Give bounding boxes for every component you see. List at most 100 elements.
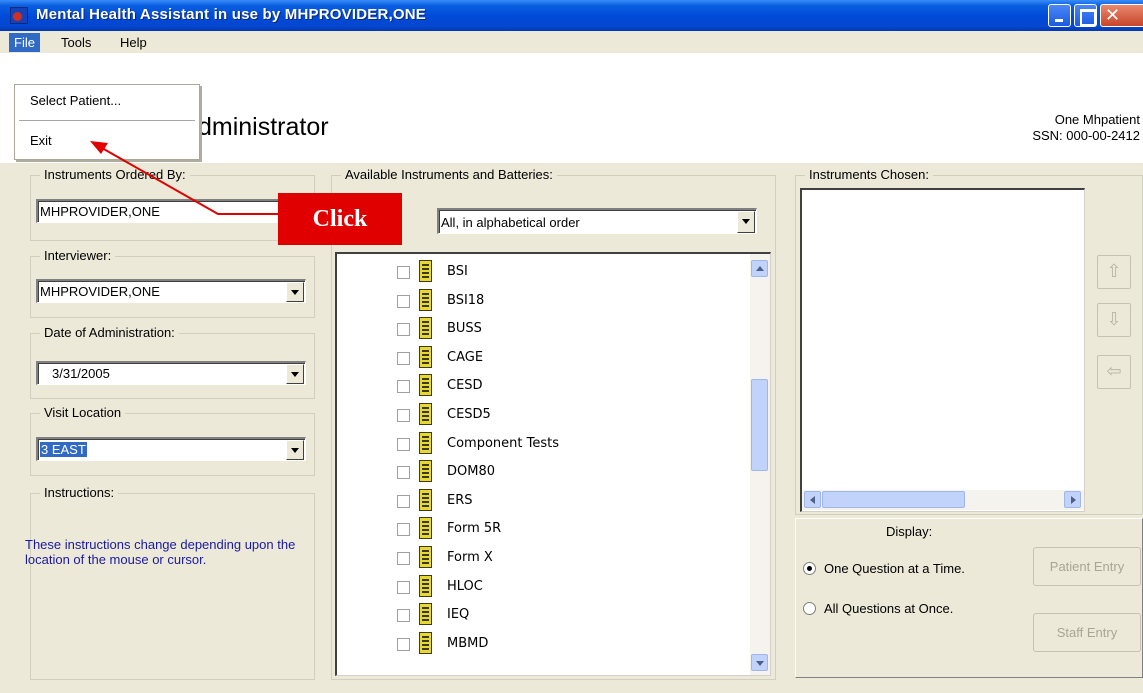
document-icon <box>419 631 432 654</box>
all-questions-label[interactable]: All Questions at Once. <box>824 601 953 616</box>
file-menu-dropdown: Select Patient... Exit <box>14 84 200 160</box>
instrument-label: IEQ <box>447 607 470 623</box>
title-bar: Mental Health Assistant in use by MHPROV… <box>0 0 1143 31</box>
display-panel <box>795 518 1143 678</box>
close-button[interactable] <box>1100 4 1143 27</box>
list-item[interactable]: ERS <box>337 488 737 512</box>
move-up-button[interactable]: ⇧ <box>1097 255 1131 289</box>
chevron-down-icon[interactable] <box>286 282 304 302</box>
scroll-up-icon[interactable] <box>751 260 768 277</box>
instrument-list-scrollbar[interactable] <box>750 254 770 675</box>
menu-file[interactable]: File <box>9 33 40 52</box>
scroll-right-icon[interactable] <box>1064 491 1081 508</box>
instrument-label: CESD <box>447 378 483 394</box>
instrument-checkbox[interactable] <box>397 552 410 565</box>
instrument-list[interactable]: BSI BSI18 BUSS CAGE CESD CESD5 Component Tests… <box>335 252 771 676</box>
instruments-chosen-list[interactable] <box>800 188 1085 512</box>
document-icon <box>419 460 432 483</box>
menu-item-exit[interactable]: Exit <box>30 133 52 148</box>
chevron-down-icon[interactable] <box>737 211 755 233</box>
instrument-checkbox[interactable] <box>397 609 410 623</box>
remove-button[interactable]: ⇦ <box>1097 355 1131 389</box>
interviewer-label: Interviewer: <box>40 248 116 263</box>
list-item[interactable]: IEQ <box>337 603 737 626</box>
instrument-checkbox[interactable] <box>397 437 410 451</box>
list-item[interactable]: BSI18 <box>337 288 737 312</box>
instrument-label: Form X <box>447 550 493 565</box>
display-label: Display: <box>886 524 933 539</box>
menu-separator <box>19 120 195 121</box>
document-icon <box>419 517 432 540</box>
instrument-filter-combo[interactable]: All, in alphabetical order <box>437 208 757 234</box>
list-item[interactable]: DOM80 <box>337 460 737 483</box>
list-item[interactable]: BUSS <box>337 317 737 340</box>
interviewer-combo[interactable]: MHPROVIDER,ONE <box>36 279 306 303</box>
instrument-filter-value: All, in alphabetical order <box>441 215 580 230</box>
menu-bar: File Tools Help <box>0 31 1143 53</box>
one-question-label[interactable]: One Question at a Time. <box>824 561 965 576</box>
menu-help[interactable]: Help <box>115 34 152 51</box>
patient-entry-button[interactable]: Patient Entry <box>1033 547 1141 586</box>
instrument-checkbox[interactable] <box>397 380 410 394</box>
one-question-radio[interactable] <box>803 562 816 575</box>
list-item[interactable]: CESD <box>337 374 737 397</box>
instrument-checkbox[interactable] <box>397 523 410 537</box>
instrument-checkbox[interactable] <box>397 466 410 480</box>
document-icon <box>419 288 432 311</box>
available-instruments-label: Available Instruments and Batteries: <box>341 167 557 182</box>
instrument-checkbox[interactable] <box>397 409 410 422</box>
chevron-down-icon[interactable] <box>286 440 304 460</box>
app-icon[interactable] <box>10 7 28 24</box>
scroll-left-icon[interactable] <box>804 491 821 508</box>
visit-location-value: 3 EAST <box>40 442 87 457</box>
instrument-label: BSI18 <box>447 292 485 308</box>
list-item[interactable]: Form 5R <box>337 517 737 540</box>
menu-tools[interactable]: Tools <box>56 34 96 51</box>
instrument-label: DOM80 <box>447 464 496 480</box>
list-item[interactable]: CESD5 <box>337 403 737 426</box>
menu-item-select-patient[interactable]: Select Patient... <box>30 93 121 108</box>
instrument-checkbox[interactable] <box>397 294 410 308</box>
scroll-down-icon[interactable] <box>751 654 768 671</box>
document-icon <box>419 374 432 397</box>
list-item[interactable]: BSI <box>337 260 737 283</box>
arrow-down-icon: ⇩ <box>1106 309 1122 329</box>
instrument-checkbox[interactable] <box>397 637 410 651</box>
ordered-by-field[interactable]: MHPROVIDER,ONE <box>36 199 280 223</box>
scroll-thumb[interactable] <box>751 379 768 471</box>
list-item[interactable]: CAGE <box>337 345 737 369</box>
instrument-label: Component Tests <box>447 435 559 451</box>
all-questions-radio[interactable] <box>803 602 816 615</box>
instrument-checkbox[interactable] <box>397 494 410 508</box>
instrument-label: HLOC <box>447 578 483 594</box>
list-item[interactable]: Component Tests <box>337 431 737 455</box>
chosen-list-hscrollbar[interactable] <box>802 490 1084 510</box>
document-icon <box>419 603 432 626</box>
instrument-label: MBMD <box>447 635 489 651</box>
instrument-checkbox[interactable] <box>397 351 410 365</box>
window-title: Mental Health Assistant in use by MHPROV… <box>36 6 426 23</box>
visit-location-combo[interactable]: 3 EAST <box>36 437 306 461</box>
instrument-checkbox[interactable] <box>397 580 410 594</box>
move-down-button[interactable]: ⇩ <box>1097 303 1131 337</box>
minimize-button[interactable] <box>1048 4 1071 27</box>
instrument-checkbox[interactable] <box>397 266 410 279</box>
instrument-label: BUSS <box>447 321 482 337</box>
chevron-down-icon[interactable] <box>286 364 304 384</box>
document-icon <box>419 345 432 368</box>
instructions-text: These instructions change depending upon… <box>25 537 296 567</box>
arrow-left-icon: ⇦ <box>1106 361 1122 381</box>
instrument-checkbox[interactable] <box>397 323 410 337</box>
list-item[interactable]: MBMD <box>337 631 737 655</box>
list-item[interactable]: HLOC <box>337 574 737 598</box>
list-item[interactable]: Form X <box>337 546 737 569</box>
instructions-group: Instructions: <box>30 485 315 680</box>
date-admin-value: 3/31/2005 <box>52 366 110 381</box>
document-icon <box>419 260 432 282</box>
maximize-button[interactable] <box>1074 4 1097 27</box>
instrument-label: ERS <box>447 492 473 508</box>
document-icon <box>419 431 432 454</box>
date-admin-combo[interactable]: 3/31/2005 <box>36 361 306 385</box>
scroll-thumb[interactable] <box>822 491 965 508</box>
staff-entry-button[interactable]: Staff Entry <box>1033 613 1141 652</box>
